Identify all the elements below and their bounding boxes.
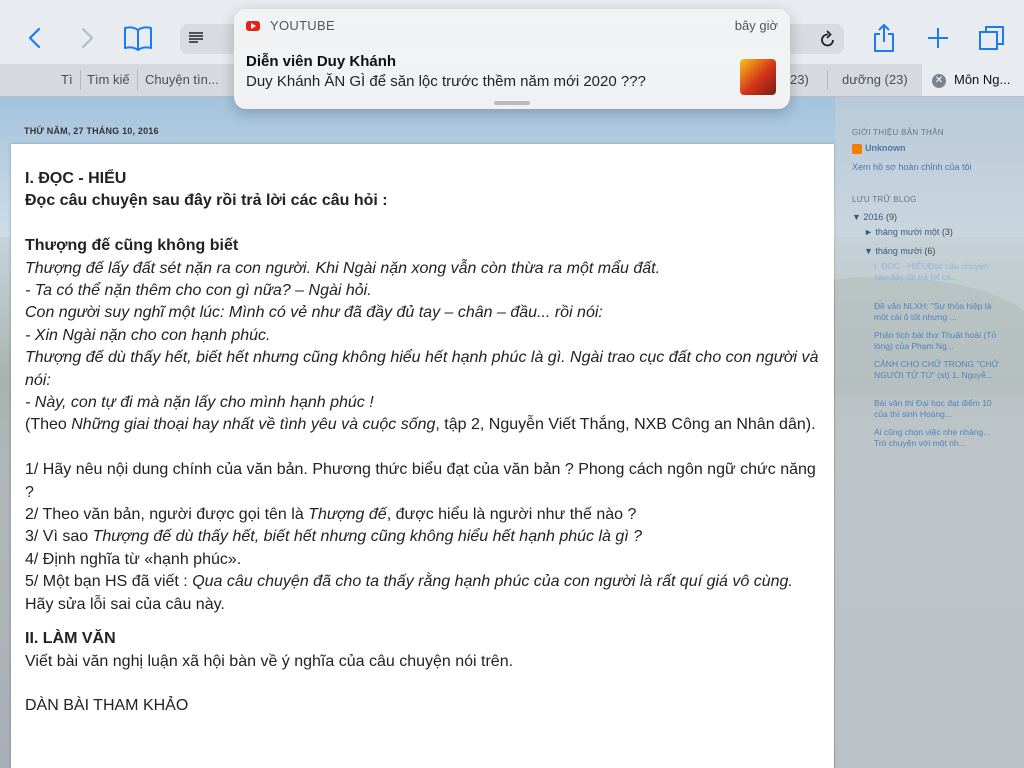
instruction: Đọc câu chuyện sau đây rồi trả lời các c…: [25, 192, 388, 210]
notification-body: Duy Khánh ĂN GÌ để săn lộc trước thềm nă…: [246, 73, 646, 90]
question-5: 5/ Một bạn HS đã viết : Qua câu chuyện đ…: [25, 571, 825, 616]
notification-header: YOUTUBE bây giờ: [234, 9, 790, 43]
forward-button[interactable]: [72, 22, 104, 54]
post-date: THỨ NĂM, 27 THÁNG 10, 2016: [24, 126, 159, 136]
tab-active[interactable]: ✕ Môn Ng...: [922, 64, 1024, 96]
blogger-icon: [852, 143, 862, 154]
archive-month[interactable]: ► tháng mười một (3): [864, 227, 953, 238]
author-name: Unknown: [865, 143, 906, 153]
archive-post-link[interactable]: Bài văn thi Đại học đạt điểm 10 của thí …: [874, 398, 1000, 419]
tab-label: Tì: [61, 72, 73, 87]
archive-year-count: (9): [885, 212, 897, 222]
source-prefix: (Theo: [25, 416, 72, 434]
source-suffix: , tập 2, Nguyễn Viết Thắng, NXB Công an …: [435, 416, 816, 434]
tab-3[interactable]: Chuyện tìn...: [145, 64, 233, 96]
archive-month-label: ▼ tháng mười: [864, 246, 922, 256]
story-line: - Này, con tự đi mà nặn lấy cho mình hạn…: [25, 394, 374, 412]
tab-divider: [137, 70, 138, 90]
notification-banner[interactable]: YOUTUBE bây giờ Diễn viên Duy Khánh Duy …: [234, 9, 790, 109]
notification-time: bây giờ: [734, 18, 778, 33]
q2-prefix: 2/ Theo văn bản, người được gọi tên là: [25, 506, 309, 524]
q3-emphasis: Thượng đế dù thấy hết, biết hết nhưng cũ…: [92, 528, 643, 546]
tabs-overview-icon: [979, 26, 1004, 50]
outline-heading: DÀN BÀI THAM KHẢO: [25, 697, 189, 715]
post-card: I. ĐỌC - HIỂU Đọc câu chuyện sau đây rồi…: [11, 144, 834, 768]
new-tab-button[interactable]: [922, 22, 954, 54]
question-4: 4/ Định nghĩa từ «hạnh phúc».: [25, 550, 242, 568]
archive-month[interactable]: ▼ tháng mười (6): [864, 246, 935, 257]
tab-2[interactable]: Tìm kiế: [87, 64, 133, 96]
tab-label: Chuyện tìn...: [145, 72, 219, 87]
tab-label: dưỡng (23): [842, 72, 908, 87]
story-line: Thượng đế lấy đất sét nặn ra con người. …: [25, 259, 661, 277]
section-heading: II. LÀM VĂN: [25, 630, 116, 648]
tabs-overview-button[interactable]: [976, 22, 1008, 54]
archive-year-label: ▼ 2016: [852, 212, 884, 222]
task-text: Viết bài văn nghị luận xã hội bàn về ý n…: [25, 652, 514, 670]
close-tab-icon[interactable]: ✕: [932, 73, 946, 88]
plus-icon: [928, 28, 948, 48]
reader-icon[interactable]: [188, 31, 204, 45]
archive-heading: LƯU TRỮ BLOG: [852, 195, 917, 204]
question-3: 3/ Vì sao Thượng đế dù thấy hết, biết hế…: [25, 526, 825, 548]
blog-sidebar: GIỚI THIỆU BẢN THÂN Unknown Xem hồ sơ ho…: [835, 97, 1024, 768]
story-line: - Xin Ngài nặn cho con hạnh phúc.: [25, 326, 271, 344]
story-title: Thượng đế cũng không biết: [25, 237, 239, 255]
share-button[interactable]: [868, 22, 900, 54]
tab-1[interactable]: Tì: [61, 64, 79, 96]
archive-post-link[interactable]: Ai cũng chọn việc nhẹ nhàng... Trò chuyệ…: [874, 427, 1000, 448]
q2-suffix: , được hiểu là người như thế nào ?: [386, 506, 637, 524]
archive-post-link[interactable]: Đề văn NLXH: "Sự thỏa hiệp là một cái ô …: [874, 301, 1000, 322]
question-2: 2/ Theo văn bản, người được gọi tên là T…: [25, 504, 825, 526]
archive-month-count: (6): [924, 246, 936, 256]
video-thumbnail: [740, 59, 776, 95]
q5-suffix: Hãy sửa lỗi sai của câu này.: [25, 595, 225, 613]
author-link[interactable]: Unknown: [852, 143, 906, 154]
tab-4[interactable]: 23): [790, 64, 820, 96]
source-book: Những giai thoại hay nhất về tình yêu và…: [71, 416, 436, 434]
archive-month-label: ► tháng mười một: [864, 227, 940, 237]
tab-5[interactable]: dưỡng (23): [842, 64, 918, 96]
q3-prefix: 3/ Vì sao: [25, 528, 93, 546]
archive-year[interactable]: ▼ 2016 (9): [852, 212, 897, 223]
chevron-right-icon: [81, 27, 94, 49]
archive-month-count: (3): [941, 227, 953, 237]
source-citation: (Theo Những giai thoại hay nhất về tình …: [25, 414, 825, 436]
q5-prefix: 5/ Một bạn HS đã viết :: [25, 573, 193, 591]
notification-app: YOUTUBE: [270, 18, 335, 33]
section-heading: I. ĐỌC - HIỂU: [25, 170, 127, 187]
tab-divider: [827, 70, 828, 90]
profile-link[interactable]: Xem hồ sơ hoàn chỉnh của tôi: [852, 162, 971, 173]
tab-divider: [80, 70, 81, 90]
book-icon: [124, 26, 152, 51]
question-1: 1/ Hãy nêu nội dung chính của văn bản. P…: [25, 461, 816, 501]
about-heading: GIỚI THIỆU BẢN THÂN: [852, 128, 944, 137]
tab-label: Môn Ng...: [954, 72, 1011, 87]
share-icon: [874, 24, 894, 52]
back-button[interactable]: [18, 22, 50, 54]
archive-post-link[interactable]: CẢNH CHO CHỮ TRONG "CHỮ NGƯỜI TỬ TÙ" (st…: [874, 359, 1000, 380]
tab-label: Tìm kiế: [87, 72, 130, 87]
story-line: Thượng đế dù thấy hết, biết hết nhưng cũ…: [25, 349, 819, 389]
q5-emphasis: Qua câu chuyện đã cho ta thấy rằng hạnh …: [192, 573, 793, 591]
web-page: THỨ NĂM, 27 THÁNG 10, 2016 I. ĐỌC - HIỂU…: [0, 97, 1024, 768]
archive-post-link[interactable]: I. ĐỌC - HIỂUĐọc câu chuyện sau đây rồi …: [874, 261, 1000, 282]
story-line: - Ta có thể nặn thêm cho con gì nữa? – N…: [25, 282, 372, 300]
post-body: I. ĐỌC - HIỂU Đọc câu chuyện sau đây rồi…: [25, 168, 825, 718]
story-line: Con người suy nghĩ một lúc: Mình có vẻ n…: [25, 304, 603, 322]
bookmarks-button[interactable]: [122, 22, 154, 54]
notification-title: Diễn viên Duy Khánh: [246, 53, 397, 70]
youtube-icon: [246, 21, 260, 31]
archive-post-link[interactable]: Phân tích bài thơ Thuật hoài (Tỏ lòng) c…: [874, 330, 1000, 351]
tab-label: 23): [790, 72, 809, 87]
reload-icon[interactable]: [820, 30, 836, 48]
chevron-left-icon: [28, 27, 41, 49]
q2-emphasis: Thượng đế: [308, 506, 387, 524]
grabber-handle[interactable]: [494, 101, 530, 105]
